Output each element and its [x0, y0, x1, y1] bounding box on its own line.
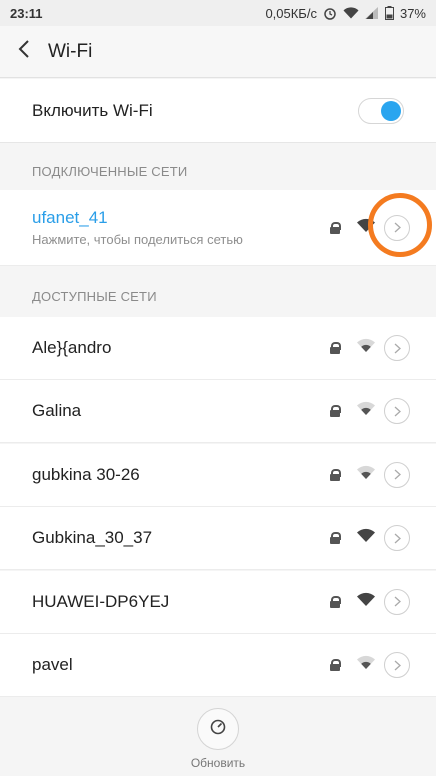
- refresh-label: Обновить: [190, 756, 246, 770]
- network-name: Galina: [32, 401, 82, 421]
- available-section-title: ДОСТУПНЫЕ СЕТИ: [32, 289, 157, 304]
- network-name: Ale}{andro: [32, 338, 112, 357]
- alarm-icon: [323, 6, 337, 20]
- connected-network-name: ufanet_41: [32, 208, 108, 227]
- network-icons: [330, 507, 410, 569]
- wifi-toggle-label: Включить Wi-Fi: [32, 100, 153, 120]
- network-speed: 0,05КБ/с: [265, 5, 317, 21]
- network-name: pavel: [32, 655, 73, 674]
- back-button[interactable]: [0, 26, 48, 78]
- wifi-icon: [343, 7, 359, 19]
- connected-section-title: ПОДКЛЮЧЕННЫЕ СЕТИ: [32, 164, 188, 179]
- network-row[interactable]: gubkina 30-26: [0, 443, 436, 507]
- connected-network-subtitle: Нажмите, чтобы поделиться сетью: [32, 232, 243, 247]
- lock-icon: [330, 468, 341, 481]
- network-row[interactable]: Gubkina_30_37: [0, 507, 436, 571]
- wifi-switch[interactable]: [358, 97, 404, 124]
- lock-icon: [330, 595, 341, 608]
- network-details-button[interactable]: [384, 335, 410, 361]
- wifi-signal-icon: [356, 528, 376, 548]
- network-icons: [330, 317, 410, 379]
- wifi-signal-icon: [356, 401, 376, 421]
- page-title: Wi-Fi: [48, 40, 93, 62]
- highlight-ring: [368, 193, 432, 257]
- lock-icon: [330, 405, 341, 418]
- lock-icon: [330, 532, 341, 545]
- refresh-icon: [209, 718, 227, 741]
- wifi-signal-icon: [356, 338, 376, 358]
- network-icons: [330, 571, 410, 633]
- lock-icon: [330, 221, 341, 234]
- status-bar: 23:11 0,05КБ/с 37%: [0, 0, 436, 26]
- connected-network-row[interactable]: ufanet_41 Нажмите, чтобы поделиться сеть…: [0, 190, 436, 266]
- network-name: Gubkina_30_37: [32, 528, 153, 548]
- network-name: gubkina 30-26: [32, 464, 140, 484]
- network-details-button[interactable]: [384, 588, 410, 615]
- lock-icon: [330, 342, 341, 354]
- network-icons: [330, 444, 410, 506]
- network-row[interactable]: Galina: [0, 380, 436, 444]
- connected-network-text: ufanet_41 Нажмите, чтобы поделиться сеть…: [32, 208, 243, 247]
- wifi-signal-icon: [356, 592, 376, 612]
- status-icons: 0,05КБ/с 37%: [265, 6, 426, 21]
- signal-icon: [364, 7, 379, 19]
- network-name: HUAWEI-DP6YEJ: [32, 591, 170, 611]
- network-details-button[interactable]: [384, 461, 410, 488]
- lock-icon: [330, 659, 341, 671]
- switch-knob: [381, 100, 401, 121]
- wifi-signal-icon: [356, 465, 376, 485]
- battery-level: 37%: [399, 5, 426, 21]
- network-row[interactable]: HUAWEI-DP6YEJ: [0, 570, 436, 634]
- header: Wi-Fi: [0, 26, 436, 78]
- wifi-signal-icon: [356, 655, 376, 675]
- chevron-left-icon: [18, 39, 30, 64]
- network-row[interactable]: Ale}{andro: [0, 317, 436, 380]
- network-icons: [330, 380, 410, 442]
- network-row[interactable]: pavel: [0, 634, 436, 697]
- network-icons: [330, 634, 410, 696]
- refresh-area: Обновить: [0, 700, 436, 776]
- status-time: 23:11: [10, 5, 43, 21]
- wifi-toggle-row[interactable]: Включить Wi-Fi: [0, 79, 436, 143]
- network-details-button[interactable]: [384, 525, 410, 552]
- network-details-button[interactable]: [384, 652, 410, 678]
- refresh-button[interactable]: [197, 708, 239, 750]
- network-details-button[interactable]: [384, 398, 410, 425]
- battery-icon: [384, 6, 394, 20]
